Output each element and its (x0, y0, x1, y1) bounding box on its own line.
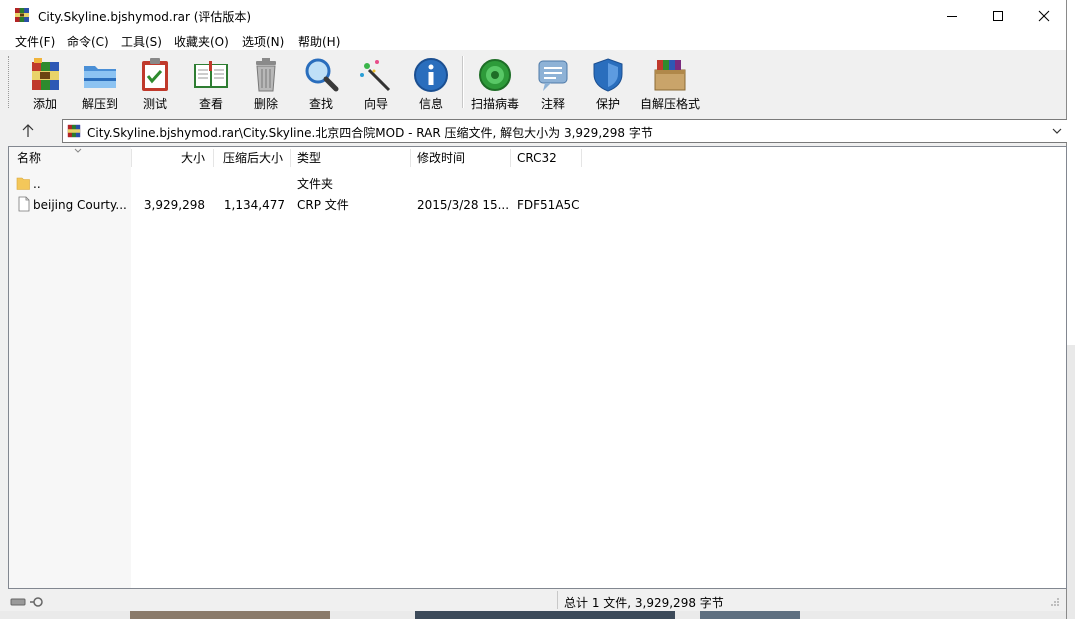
toolbar-grip (8, 56, 12, 108)
column-header-crc32[interactable]: CRC32 (517, 147, 581, 169)
extract-to-label: 解压到 (81, 97, 118, 111)
winrar-window: City.Skyline.bjshymod.rar (评估版本) 文件(F) 命… (0, 0, 1068, 619)
view-label: 查看 (198, 97, 223, 111)
desktop-edge-shadow (1067, 345, 1075, 619)
row-type: 文件夹 (297, 177, 334, 191)
virus-scan-button[interactable]: 扫描病毒 (466, 52, 524, 112)
comment-button[interactable]: 注释 (524, 52, 582, 112)
extract-folder-icon (84, 66, 116, 88)
menu-help[interactable]: 帮助(H) (298, 33, 340, 50)
title-bar: City.Skyline.bjshymod.rar (评估版本) (0, 0, 1066, 31)
winrar-app-icon (15, 8, 29, 22)
test-clipboard-icon (142, 58, 168, 91)
background-patch (700, 611, 800, 619)
toolbar: 添加 解压到 测试 查看 删除 查找 向导 信息 扫描病毒 注释 保护 自解压格… (0, 50, 1066, 116)
virus-scan-icon (479, 59, 511, 91)
minimize-button[interactable] (929, 0, 975, 31)
add-button[interactable]: 添加 (16, 52, 74, 112)
menu-tools[interactable]: 工具(S) (121, 33, 162, 50)
address-path: City.Skyline.bjshymod.rar\City.Skyline.北… (87, 126, 653, 140)
status-separator (557, 591, 558, 609)
magnifier-icon (305, 58, 339, 92)
info-label: 信息 (418, 97, 443, 111)
test-button[interactable]: 测试 (126, 52, 184, 112)
find-button[interactable]: 查找 (292, 52, 350, 112)
view-book-icon (194, 61, 228, 88)
extract-to-button[interactable]: 解压到 (71, 52, 129, 112)
minimize-icon (947, 15, 957, 17)
row-name: .. (33, 177, 41, 191)
close-button[interactable] (1021, 0, 1067, 31)
info-button[interactable]: 信息 (402, 52, 460, 112)
delete-label: 删除 (253, 97, 278, 111)
folder-icon (16, 177, 30, 190)
add-label: 添加 (32, 97, 57, 111)
address-bar[interactable]: City.Skyline.bjshymod.rar\City.Skyline.北… (62, 119, 1068, 143)
trash-icon (256, 58, 276, 92)
column-divider[interactable] (510, 149, 511, 167)
column-header-type[interactable]: 类型 (297, 147, 407, 169)
archive-icon (67, 124, 81, 138)
info-icon (414, 58, 448, 92)
menu-favorites[interactable]: 收藏夹(O) (174, 33, 229, 50)
column-divider[interactable] (581, 149, 582, 167)
file-icon (18, 196, 30, 212)
wizard-button[interactable]: 向导 (347, 52, 405, 112)
column-header-modified[interactable]: 修改时间 (417, 147, 507, 169)
menu-commands[interactable]: 命令(C) (67, 33, 109, 50)
delete-button[interactable]: 删除 (237, 52, 295, 112)
sfx-button[interactable]: 自解压格式 (634, 52, 706, 112)
column-divider[interactable] (410, 149, 411, 167)
chevron-down-icon[interactable] (1051, 125, 1063, 137)
test-label: 测试 (142, 97, 167, 111)
column-header-packed[interactable]: 压缩后大小 (223, 147, 289, 169)
menu-bar: 文件(F) 命令(C) 工具(S) 收藏夹(O) 选项(N) 帮助(H) (0, 31, 1066, 50)
find-label: 查找 (308, 97, 333, 111)
comment-label: 注释 (540, 97, 565, 111)
column-header-name-label: 名称 (17, 151, 42, 165)
desktop-edge (1067, 0, 1075, 619)
sfx-label: 自解压格式 (639, 97, 700, 111)
column-header-name[interactable]: 名称 (17, 147, 131, 169)
close-icon (1038, 10, 1050, 21)
sort-indicator-icon (74, 148, 82, 153)
menu-options[interactable]: 选项(N) (242, 33, 284, 50)
background-patch (415, 611, 675, 619)
protect-button[interactable]: 保护 (579, 52, 637, 112)
protect-label: 保护 (595, 97, 620, 111)
comment-icon (538, 60, 568, 91)
sfx-box-icon (654, 60, 686, 91)
background-strip (0, 611, 1066, 619)
row-name: beijing Courty... (33, 198, 127, 212)
toolbar-separator (462, 56, 464, 108)
window-title: City.Skyline.bjshymod.rar (评估版本) (38, 10, 252, 24)
column-divider[interactable] (290, 149, 291, 167)
menu-file[interactable]: 文件(F) (15, 33, 55, 50)
row-size: 3,929,298 (143, 198, 205, 212)
row-modified: 2015/3/28 15... (417, 198, 510, 212)
row-crc32: FDF51A5C (517, 198, 580, 212)
shield-icon (593, 58, 623, 92)
resize-grip-icon[interactable] (1050, 597, 1060, 607)
file-list[interactable]: 名称 大小 压缩后大小 类型 修改时间 CRC32 .. 文件夹 beijing… (8, 146, 1067, 589)
row-type: CRP 文件 (297, 198, 349, 212)
status-summary: 总计 1 文件, 3,929,298 字节 (564, 596, 724, 610)
row-packed-size: 1,134,477 (223, 198, 285, 212)
maximize-icon (993, 10, 1003, 21)
column-header-size[interactable]: 大小 (131, 147, 205, 169)
address-row: City.Skyline.bjshymod.rar\City.Skyline.北… (0, 116, 1068, 146)
background-patch (130, 611, 330, 619)
drive-key-icon[interactable] (10, 595, 50, 609)
wizard-wand-icon (360, 60, 391, 92)
view-button[interactable]: 查看 (182, 52, 240, 112)
add-archive-icon (32, 58, 59, 90)
wizard-label: 向导 (363, 97, 388, 111)
maximize-button[interactable] (975, 0, 1021, 31)
up-arrow-icon[interactable] (18, 122, 38, 140)
column-divider[interactable] (213, 149, 214, 167)
virus-scan-label: 扫描病毒 (470, 97, 519, 111)
